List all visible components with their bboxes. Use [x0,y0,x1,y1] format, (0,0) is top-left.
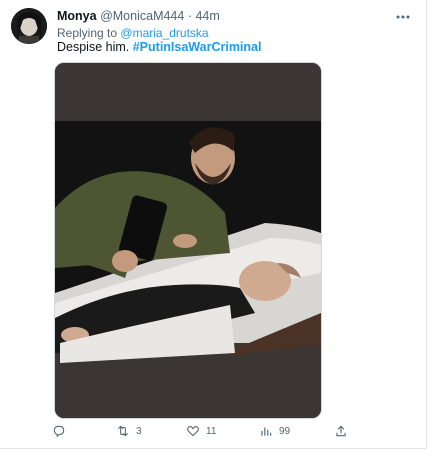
retweet-icon [117,425,129,437]
retweet-count: 3 [136,425,142,437]
reply-icon [53,425,65,438]
tweet-media-image[interactable] [54,62,322,419]
like-button[interactable]: 11 [186,422,216,440]
replying-to-mention[interactable]: @maria_drutska [120,26,208,40]
share-icon [336,425,346,437]
hashtag-link[interactable]: #PutinIsaWarCriminal [133,40,262,54]
avatar[interactable] [11,8,47,44]
more-dots-icon[interactable] [395,10,411,24]
tweet-actions: 3 11 99 [52,422,352,440]
tweet-body: Despise him. [57,40,130,54]
reply-button[interactable] [52,422,72,440]
replying-to-line: Replying to @maria_drutska [57,26,209,40]
tweet-text: Despise him. #PutinIsaWarCriminal [57,40,261,55]
like-count: 11 [206,425,217,437]
share-button[interactable] [334,422,348,440]
analytics-icon [261,427,272,436]
views-button[interactable]: 99 [259,422,290,440]
retweet-button[interactable]: 3 [116,422,142,440]
timestamp[interactable]: 44m [195,9,219,23]
user-handle[interactable]: @MonicaM444 [100,9,184,23]
heart-icon [187,426,199,437]
tweet-header: Monya @MonicaM444 · 44m [57,9,398,24]
views-count: 99 [279,425,291,437]
display-name[interactable]: Monya [57,9,97,23]
replying-prefix: Replying to [57,26,118,40]
separator-dot: · [187,9,192,23]
